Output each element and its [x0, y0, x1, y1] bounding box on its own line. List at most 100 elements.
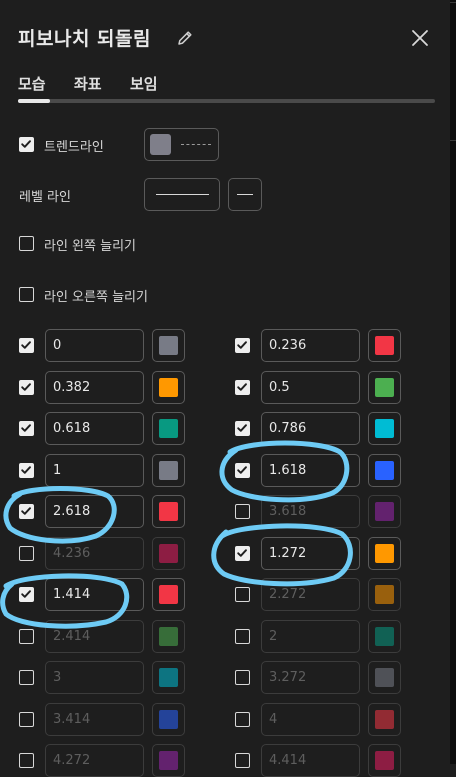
level-checkbox[interactable] [19, 753, 34, 768]
level-color-swatch[interactable] [152, 661, 185, 694]
dialog-title: 피보나치 되돌림 [18, 28, 151, 50]
level-color-fill [159, 378, 178, 397]
level-checkbox[interactable] [19, 380, 34, 395]
level-color-swatch[interactable] [368, 495, 401, 528]
level-color-swatch[interactable] [368, 620, 401, 653]
level-value-input[interactable]: 2.618 [45, 495, 144, 528]
close-icon[interactable] [410, 28, 430, 48]
tab-style[interactable]: 모습 [18, 73, 46, 94]
level-checkbox[interactable] [19, 629, 34, 644]
level-checkbox[interactable] [19, 421, 34, 436]
level-color-fill [375, 710, 394, 729]
level-color-swatch[interactable] [152, 371, 185, 404]
level-color-swatch[interactable] [152, 537, 185, 570]
level-checkbox[interactable] [19, 463, 34, 478]
level-checkbox[interactable] [19, 338, 34, 353]
level-value-input[interactable]: 3.272 [261, 661, 360, 694]
level-value-input[interactable]: 1.272 [261, 537, 360, 570]
level-color-swatch[interactable] [368, 744, 401, 777]
level-color-fill [375, 627, 394, 646]
level-color-swatch[interactable] [368, 578, 401, 611]
solid-line-icon [156, 194, 209, 195]
level-color-swatch[interactable] [152, 620, 185, 653]
level-line-width-button[interactable] [228, 178, 262, 211]
level-value-input[interactable]: 3.414 [45, 703, 144, 736]
level-checkbox[interactable] [235, 463, 250, 478]
level-color-swatch[interactable] [152, 578, 185, 611]
level-value-input[interactable]: 2 [261, 620, 360, 653]
level-value-input[interactable]: 0.618 [45, 412, 144, 445]
tab-visibility[interactable]: 보임 [130, 73, 158, 94]
level-color-swatch[interactable] [152, 495, 185, 528]
level-value-input[interactable]: 4.236 [45, 537, 144, 570]
level-value-input[interactable]: 1.414 [45, 578, 144, 611]
level-color-fill [159, 502, 178, 521]
level-value-input[interactable]: 1 [45, 454, 144, 487]
level-value-input[interactable]: 4.414 [261, 744, 360, 777]
level-checkbox[interactable] [235, 712, 250, 727]
check-icon [21, 466, 31, 474]
level-checkbox[interactable] [235, 753, 250, 768]
trendline-checkbox[interactable] [19, 137, 34, 152]
level-value-input[interactable]: 0.382 [45, 371, 144, 404]
pencil-icon[interactable] [175, 28, 195, 48]
level-value-input[interactable]: 3 [45, 661, 144, 694]
level-color-swatch[interactable] [152, 329, 185, 362]
level-color-fill [159, 336, 178, 355]
level-value-input[interactable]: 0.786 [261, 412, 360, 445]
level-color-fill [159, 751, 178, 770]
level-line-style-button[interactable] [144, 178, 220, 211]
level-value-input[interactable]: 0.236 [261, 329, 360, 362]
level-value-input[interactable]: 2.414 [45, 620, 144, 653]
level-value-input[interactable]: 1.618 [261, 454, 360, 487]
level-value-input[interactable]: 3.618 [261, 495, 360, 528]
level-color-fill [159, 668, 178, 687]
level-checkbox[interactable] [19, 546, 34, 561]
level-value-input[interactable]: 4 [261, 703, 360, 736]
level-color-fill [159, 544, 178, 563]
line-width-icon [237, 194, 253, 195]
level-color-swatch[interactable] [152, 703, 185, 736]
level-color-swatch[interactable] [368, 703, 401, 736]
level-color-swatch[interactable] [152, 412, 185, 445]
trendline-style-button[interactable] [144, 128, 219, 161]
tab-coordinates[interactable]: 좌표 [74, 73, 102, 94]
level-checkbox[interactable] [235, 338, 250, 353]
fib-settings-dialog: 피보나치 되돌림 모습 좌표 보임 트렌드라인 레벨 라인 라인 왼쪽 늘리기 … [0, 0, 450, 777]
level-color-swatch[interactable] [368, 661, 401, 694]
level-color-fill [375, 461, 394, 480]
check-icon [21, 507, 31, 515]
level-value-input[interactable]: 0.5 [261, 371, 360, 404]
check-icon [21, 424, 31, 432]
level-line-label: 레벨 라인 [19, 190, 71, 205]
level-color-fill [375, 544, 394, 563]
level-color-fill [375, 751, 394, 770]
level-checkbox[interactable] [235, 546, 250, 561]
extend-left-checkbox[interactable] [19, 236, 34, 251]
level-color-swatch[interactable] [368, 371, 401, 404]
level-color-swatch[interactable] [368, 412, 401, 445]
level-color-swatch[interactable] [152, 744, 185, 777]
level-checkbox[interactable] [235, 380, 250, 395]
level-color-fill [159, 627, 178, 646]
level-color-fill [375, 668, 394, 687]
level-checkbox[interactable] [235, 629, 250, 644]
level-color-swatch[interactable] [368, 454, 401, 487]
level-checkbox[interactable] [235, 421, 250, 436]
check-icon [21, 140, 31, 148]
level-checkbox[interactable] [19, 712, 34, 727]
level-value-input[interactable]: 2.272 [261, 578, 360, 611]
level-value-input[interactable]: 4.272 [45, 744, 144, 777]
level-color-fill [159, 585, 178, 604]
level-checkbox[interactable] [235, 504, 250, 519]
level-color-swatch[interactable] [368, 329, 401, 362]
level-value-input[interactable]: 0 [45, 329, 144, 362]
level-checkbox[interactable] [235, 587, 250, 602]
level-color-swatch[interactable] [152, 454, 185, 487]
level-checkbox[interactable] [19, 504, 34, 519]
level-color-swatch[interactable] [368, 537, 401, 570]
extend-right-checkbox[interactable] [19, 287, 34, 302]
level-checkbox[interactable] [19, 587, 34, 602]
level-checkbox[interactable] [235, 670, 250, 685]
level-checkbox[interactable] [19, 670, 34, 685]
